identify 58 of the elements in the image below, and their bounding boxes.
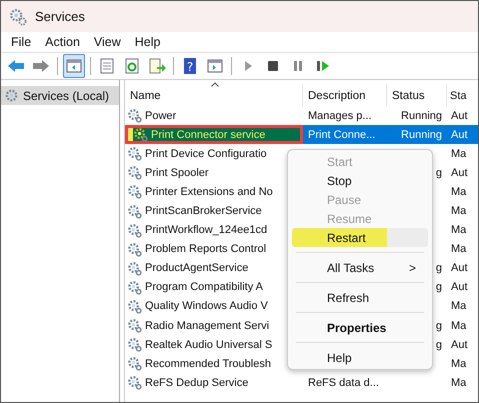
table-cell: Aut: [451, 110, 468, 122]
table-cell: Ma: [451, 300, 466, 312]
table-cell: Ma: [451, 376, 466, 389]
gear-icon: [127, 280, 142, 295]
gear-icon: [127, 298, 142, 314]
gear-icon: [127, 260, 142, 276]
gear-icon: [127, 356, 142, 372]
table-cell: g: [436, 166, 442, 179]
table-cell: ReFS data d...: [308, 376, 379, 389]
gear-icon: [127, 184, 142, 200]
table-cell: g: [436, 262, 442, 274]
table-cell: Aut: [451, 128, 468, 141]
table-cell: Aut: [451, 166, 468, 179]
tree-item[interactable]: Services (Local): [1, 86, 119, 105]
gear-icon: [127, 146, 142, 162]
table-cell: g: [436, 320, 442, 332]
gear-icon: [133, 127, 148, 142]
table-cell: Ma: [451, 205, 466, 218]
menu-item[interactable]: Restart: [292, 228, 428, 247]
table-cell: Ma: [451, 224, 466, 236]
column-header[interactable]: Status: [387, 84, 447, 106]
table-cell: Ma: [451, 358, 466, 370]
gear-icon: [127, 222, 142, 238]
table-cell: Ma: [451, 148, 466, 160]
table-cell: Aut: [451, 281, 468, 294]
sort-caret-icon: [211, 82, 219, 87]
table-cell: Ma: [451, 243, 466, 256]
menu-item[interactable]: View: [94, 35, 121, 49]
table-cell: Aut: [451, 338, 468, 351]
table-cell: Ma: [451, 320, 466, 332]
column-header[interactable]: Sta: [447, 84, 477, 106]
window-title: Services: [35, 9, 85, 24]
gear-icon: [127, 318, 142, 334]
gear-icon: [127, 204, 142, 219]
console-tree-icon[interactable]: [63, 54, 85, 78]
menu-item[interactable]: File: [11, 35, 32, 49]
table-cell: Running: [401, 110, 442, 122]
menu-item[interactable]: Action: [45, 35, 80, 49]
table-cell[interactable]: ReFS Dedup Service: [125, 373, 303, 392]
gear-icon: [127, 165, 142, 180]
table-cell: Running: [401, 128, 442, 141]
column-header[interactable]: Description: [303, 84, 387, 106]
table-cell: Aut: [451, 262, 468, 274]
gear-icon: [127, 375, 142, 390]
gear-icon: [127, 108, 142, 124]
gear-icon: [127, 242, 142, 257]
column-header[interactable]: Name: [125, 84, 303, 106]
table-cell: Manages p...: [308, 110, 372, 122]
gear-icon: [4, 88, 19, 103]
gears-icon: [9, 8, 27, 26]
gear-icon: [127, 337, 142, 352]
table-cell: g: [436, 281, 442, 294]
table-cell[interactable]: Print Connector service: [125, 125, 303, 144]
menu-item[interactable]: Help: [134, 35, 160, 49]
table-cell: g: [436, 338, 442, 351]
table-cell[interactable]: Power: [125, 106, 303, 126]
table-cell: Ma: [451, 186, 466, 198]
table-cell: Print Conne...: [308, 128, 376, 141]
